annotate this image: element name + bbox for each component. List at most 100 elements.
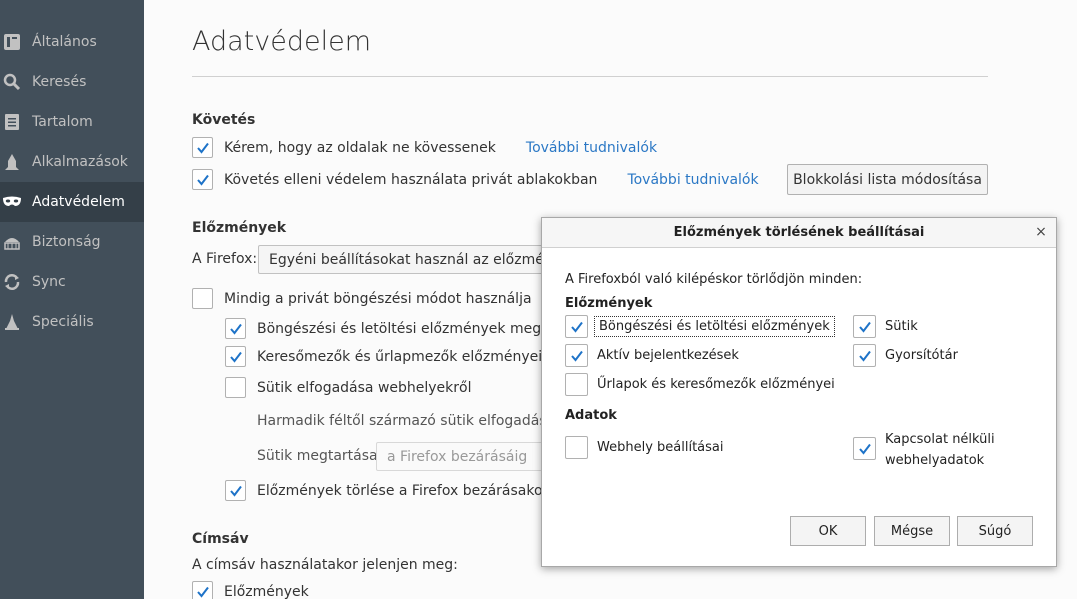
tracking-protection-row: Követés elleni védelem használata privát… [192,169,759,190]
private-mode-label: Mindig a privát böngészési módot használ… [224,290,532,307]
clear-browsing-history-label: Böngészési és letöltési előzmények [594,316,835,337]
clear-cookies-row: Sütik [853,315,918,338]
suggest-history-checkbox[interactable] [192,581,213,599]
tracking-protection-label: Követés elleni védelem használata privát… [224,171,598,188]
checkmark-icon [229,323,242,335]
clear-cache-label: Gyorsítótár [885,348,958,363]
applications-icon [2,152,22,172]
clear-active-logins-checkbox[interactable] [565,344,588,367]
sidebar-item-label: Speciális [32,314,94,330]
sidebar-item-label: Biztonság [32,234,101,250]
clear-cookies-label: Sütik [885,319,918,334]
sidebar-item-general[interactable]: Általános [0,22,144,62]
clear-offline-data-label-line1: Kapcsolat nélküli [885,432,995,447]
checkmark-icon [196,586,209,598]
remember-history-label: Böngészési és letöltési előzmények megőr… [257,320,563,337]
sidebar-item-applications[interactable]: Alkalmazások [0,142,144,182]
clear-offline-data-label: Kapcsolat nélküli webhelyadatok [885,429,995,471]
content-icon [2,112,22,132]
checkmark-icon [196,142,209,154]
sidebar-item-label: Tartalom [32,114,93,130]
checkmark-icon [229,351,242,363]
clear-form-history-label: Űrlapok és keresőmezők előzményei [597,377,835,392]
sidebar-item-label: Keresés [32,74,87,90]
sidebar-item-sync[interactable]: Sync [0,262,144,302]
checkmark-icon [858,350,871,362]
clear-offline-data-row: Kapcsolat nélküli webhelyadatok [853,429,995,471]
private-mode-checkbox[interactable] [192,288,213,309]
clear-on-close-checkbox[interactable] [225,480,246,501]
ok-button[interactable]: OK [790,516,866,546]
advanced-icon [2,312,22,332]
sync-icon [2,272,22,292]
page-title: Adatvédelem [192,26,372,57]
clear-history-settings-dialog: Előzmények törlésének beállításai × A Fi… [541,217,1057,567]
third-party-cookies-label: Harmadik féltől származó sütik elfogadás… [257,413,556,429]
remember-history-checkbox[interactable] [225,318,246,339]
clear-form-history-row: Űrlapok és keresőmezők előzményei [565,373,835,396]
clear-on-close-label: Előzmények törlése a Firefox bezárásakor [257,482,549,499]
dialog-title: Előzmények törlésének beállításai [673,225,925,240]
sidebar-item-advanced[interactable]: Speciális [0,302,144,342]
clear-cache-row: Gyorsítótár [853,344,958,367]
dnt-learn-more-link[interactable]: További tudnivalók [526,140,657,156]
change-blocklist-button[interactable]: Blokkolási lista módosítása [787,164,988,195]
remember-history-row: Böngészési és letöltési előzmények megőr… [225,318,563,339]
history-mode-select[interactable]: Egyéni beállításokat használ az előzmény [258,245,548,274]
accept-cookies-row: Sütik elfogadása webhelyekről [225,377,472,398]
clear-cache-checkbox[interactable] [853,344,876,367]
dialog-intro: A Firefoxból való kilépéskor törlődjön m… [565,272,863,287]
cancel-button[interactable]: Mégse [874,516,950,546]
sidebar-item-content[interactable]: Tartalom [0,102,144,142]
keep-until-row: Sütik megtartása: [257,448,382,464]
firefox-will-label: A Firefox: [192,251,258,267]
clear-browsing-history-checkbox[interactable] [565,315,588,338]
clear-offline-data-checkbox[interactable] [853,437,876,460]
dnt-checkbox[interactable] [192,137,213,158]
suggest-history-label: Előzmények [224,583,309,599]
checkmark-icon [570,321,583,333]
suggest-history-row: Előzmények [192,581,309,599]
private-mode-row: Mindig a privát böngészési módot használ… [192,288,532,309]
sidebar-item-search[interactable]: Keresés [0,62,144,102]
clear-cookies-checkbox[interactable] [853,315,876,338]
sidebar-item-security[interactable]: Biztonság [0,222,144,262]
dialog-data-heading: Adatok [565,408,617,423]
location-bar-description-text: A címsáv használatakor jelenjen meg: [192,557,458,573]
checkmark-icon [570,350,583,362]
sidebar-item-label: Sync [32,274,66,290]
remember-forms-label: Keresőmezők és űrlapmezők előzményeine [257,348,560,365]
clear-browsing-history-row: Böngészési és letöltési előzmények [565,315,835,338]
dialog-history-heading: Előzmények [565,296,653,311]
sidebar: Általános Keresés Tartalom Alkalmazások … [0,0,144,599]
firefox-will-row: A Firefox: [192,251,257,267]
accept-cookies-checkbox[interactable] [225,377,246,398]
clear-site-settings-checkbox[interactable] [565,436,588,459]
keep-until-label: Sütik megtartása: [257,448,383,464]
sidebar-item-label: Általános [32,34,97,50]
checkmark-icon [196,174,209,186]
keep-until-select[interactable]: a Firefox bezárásáig [376,442,546,471]
clear-active-logins-label: Aktív bejelentkezések [597,348,739,363]
dialog-titlebar: Előzmények törlésének beállításai [542,218,1056,248]
sidebar-item-privacy[interactable]: Adatvédelem [0,182,144,222]
tracking-protection-checkbox[interactable] [192,169,213,190]
tracking-heading: Követés [192,112,256,128]
help-button[interactable]: Súgó [957,516,1033,546]
privacy-mask-icon [2,192,22,212]
remember-forms-checkbox[interactable] [225,346,246,367]
clear-site-settings-label: Webhely beállításai [597,440,724,455]
accept-cookies-label: Sütik elfogadása webhelyekről [257,379,472,396]
sidebar-item-label: Adatvédelem [32,194,125,210]
dnt-row: Kérem, hogy az oldalak ne kövessenek Tov… [192,137,657,158]
sidebar-item-label: Alkalmazások [32,154,128,170]
checkmark-icon [229,485,242,497]
clear-on-close-row: Előzmények törlése a Firefox bezárásakor [225,480,548,501]
general-icon [2,32,22,52]
tracking-protection-learn-more-link[interactable]: További tudnivalók [627,172,758,188]
search-icon [2,72,22,92]
clear-form-history-checkbox[interactable] [565,373,588,396]
title-divider [192,76,988,77]
close-icon[interactable]: × [1032,223,1050,241]
security-icon [2,232,22,252]
